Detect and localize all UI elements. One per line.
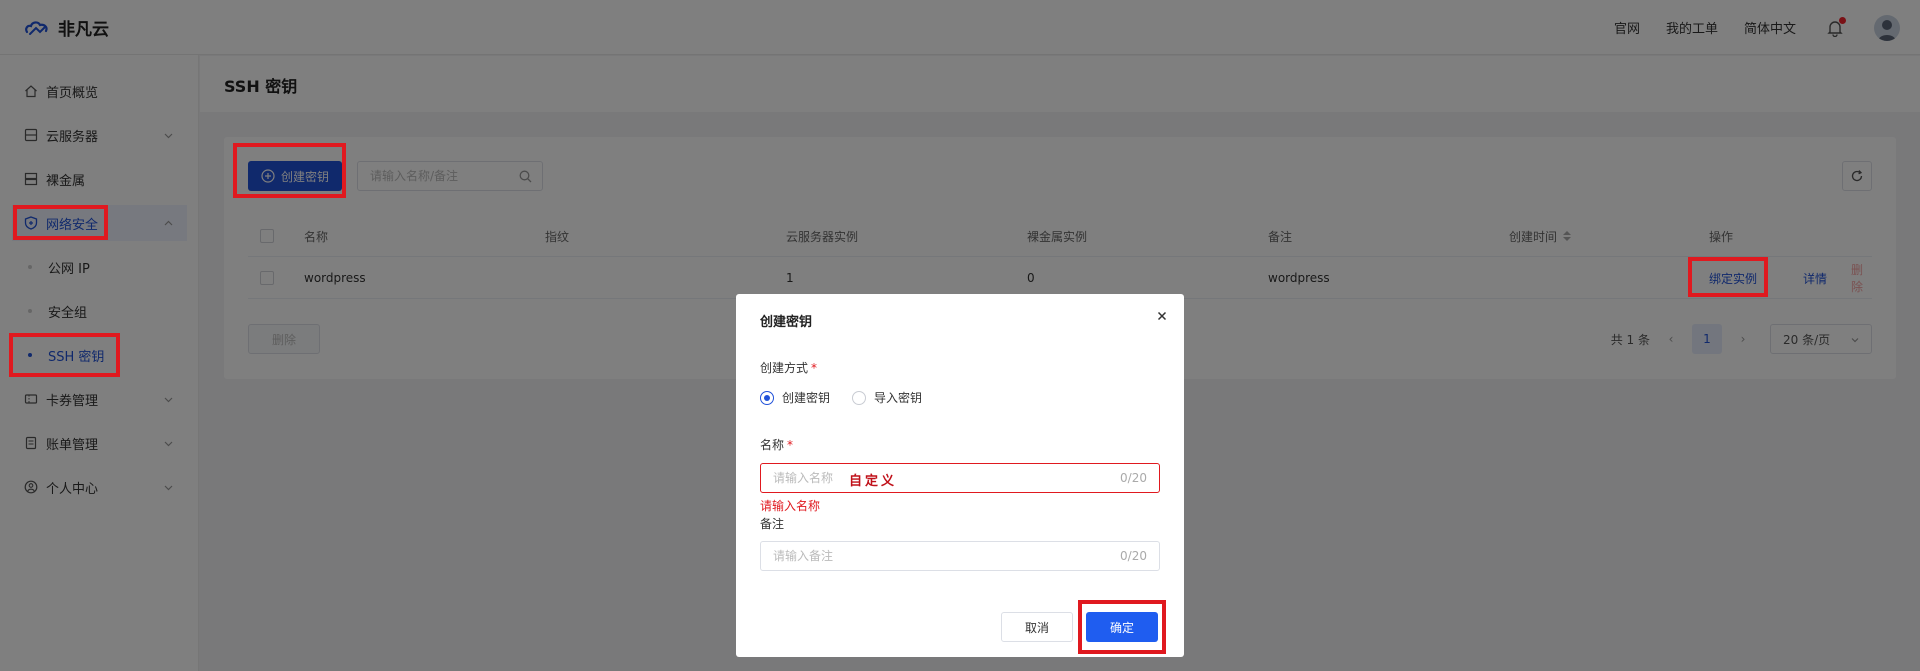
radio-import-key[interactable]: 导入密钥 (852, 389, 922, 406)
method-label: 创建方式 * (760, 359, 817, 376)
name-label-text: 名称 (760, 438, 785, 452)
required-mark: * (811, 361, 818, 375)
name-char-count: 0/20 (1120, 471, 1147, 485)
radio-import-key-label: 导入密钥 (874, 391, 923, 405)
name-field: 自定义 0/20 (760, 463, 1160, 493)
required-mark: * (787, 438, 794, 452)
name-input[interactable] (761, 464, 1101, 492)
radio-create-key[interactable]: 创建密钥 (760, 389, 830, 406)
note-input[interactable] (761, 542, 1101, 570)
method-radio-group: 创建密钥 导入密钥 (760, 389, 944, 406)
radio-unchecked-icon (852, 390, 867, 405)
note-label: 备注 (760, 517, 785, 531)
name-error-message: 请输入名称 (760, 499, 821, 513)
note-field: 0/20 (760, 541, 1160, 571)
method-label-text: 创建方式 (760, 361, 809, 375)
radio-create-key-label: 创建密钥 (782, 391, 831, 405)
radio-checked-icon (760, 390, 774, 405)
dialog-title: 创建密钥 (760, 315, 813, 330)
name-label: 名称 * (760, 436, 793, 453)
note-char-count: 0/20 (1120, 549, 1147, 563)
confirm-button[interactable]: 确定 (1086, 612, 1158, 642)
handwritten-annotation: 自定义 (849, 474, 898, 489)
close-icon[interactable] (1154, 308, 1170, 324)
cancel-button[interactable]: 取消 (1001, 612, 1073, 642)
